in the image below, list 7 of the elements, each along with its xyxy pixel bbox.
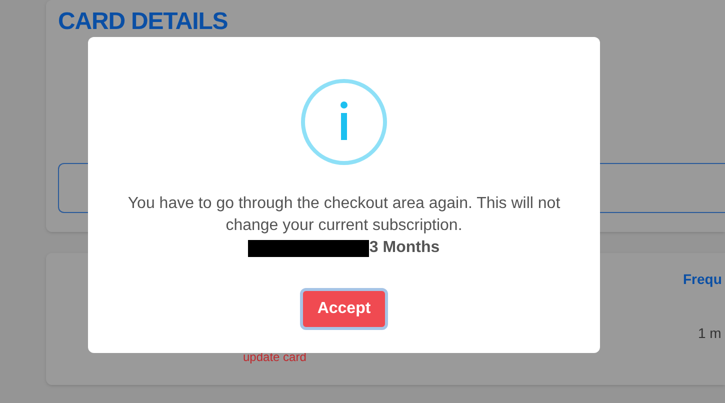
accept-button[interactable]: Accept — [300, 288, 388, 330]
info-icon — [300, 78, 388, 166]
column-header: Frequ — [683, 270, 722, 289]
dialog-message: You have to go through the checkout area again. This will not change your current subscription. — [126, 194, 562, 236]
table-cell-text: 1 m — [698, 324, 722, 343]
section-heading: CARD DETAILS — [58, 8, 228, 36]
plan-duration: 3 Months — [369, 238, 440, 258]
